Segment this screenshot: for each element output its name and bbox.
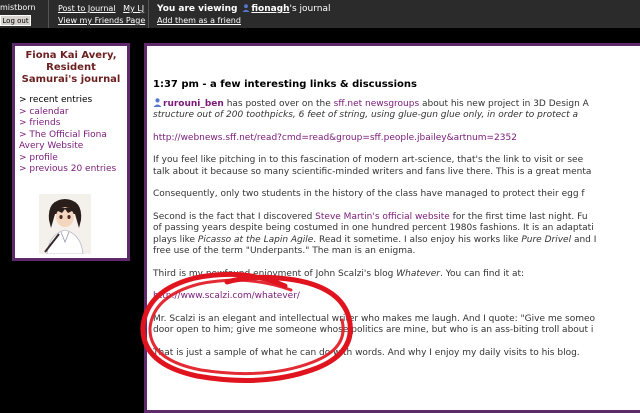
text: of passing years despite being costumed … [153,223,594,233]
text: plays like [153,234,198,245]
user-box: mistborn Log out [0,0,47,28]
text: has posted over on the [223,98,334,109]
text: free use of the term "Underpants." The m… [153,246,416,256]
text: Whatever [396,268,440,279]
divider [48,0,49,28]
sff-webnews-url-link[interactable]: http://webnews.sff.net/read?cmd=read&gro… [153,133,640,145]
viewing-info: You are viewing fionagh's journal Add th… [157,3,331,27]
user-icon[interactable] [242,4,250,12]
text: Second is the fact that I discovered [153,211,316,222]
entry-paragraph: Second is the fact that I discovered Ste… [153,212,640,258]
text: Picasso at the Lapin Agile [197,234,314,245]
viewing-label: You are viewing [157,4,238,14]
my-lj-link[interactable]: My LJ [123,4,144,13]
user-link-rurouni-ben[interactable]: rurouni_ben [163,99,224,109]
user-avatar [39,194,91,254]
journal-title: Fiona Kai Avery, Resident Samurai's jour… [21,50,121,85]
logout-button[interactable]: Log out [0,15,31,26]
journal-suffix: 's journal [289,4,331,14]
sidebar-nav: > recent entries > calendar > friends > … [19,95,127,176]
text: about his new project in 3D Design A [419,98,589,109]
sidebar-item-previous-entries[interactable]: > previous 20 entries [19,164,127,176]
text: structure out of 200 toothpicks, 6 feet … [153,110,578,120]
add-friend-link[interactable]: Add them as a friend [157,16,241,25]
entry-paragraph: If you feel like pitching in to this fas… [153,155,640,178]
text: Pure Drivel [521,234,572,245]
journal-sidebar: Fiona Kai Avery, Resident Samurai's jour… [12,43,130,261]
sff-newsgroups-link[interactable]: sff.net newsgroups [334,99,420,109]
entry-paragraph: http://webnews.sff.net/read?cmd=read&gro… [153,133,640,145]
viewed-user-link[interactable]: fionagh [251,4,289,14]
sidebar-item-calendar[interactable]: > calendar [19,107,127,119]
friends-page-link[interactable]: View my Friends Page [58,16,145,25]
text: and I [571,234,597,245]
user-icon[interactable] [153,97,162,107]
lj-navigation-bar: mistborn Log out Post to Journal My LJ V… [0,0,640,28]
logged-in-username: mistborn [0,3,36,12]
journal-links: Post to Journal My LJ View my Friends Pa… [58,3,145,27]
entry-header: 1:37 pm - a few interesting links & disc… [153,79,417,90]
text: . You can find it at: [440,268,525,279]
sidebar-item-friends[interactable]: > friends [19,118,127,130]
text: for the first time last night. Fu [449,211,588,222]
text: . Read it sometime. I also enjoy his wor… [313,234,522,245]
entry-paragraph: rurouni_ben has posted over on the sff.n… [153,97,640,122]
text: If you feel like pitching in to this fas… [153,155,584,165]
sidebar-item-profile[interactable]: > profile [19,153,127,165]
entry-paragraph: Consequently, only two students in the h… [153,189,640,201]
sidebar-item-recent-entries[interactable]: > recent entries [19,95,127,107]
text: talk about it because so many scientific… [153,166,592,177]
steve-martin-website-link[interactable]: Steve Martin's official website [315,212,450,222]
text: Consequently, only two students in the h… [153,189,585,199]
post-to-journal-link[interactable]: Post to Journal [58,4,116,13]
divider [148,0,149,28]
red-circle-annotation [140,271,353,383]
sidebar-item-official-website[interactable]: > The Official Fiona Avery Website [19,130,127,153]
